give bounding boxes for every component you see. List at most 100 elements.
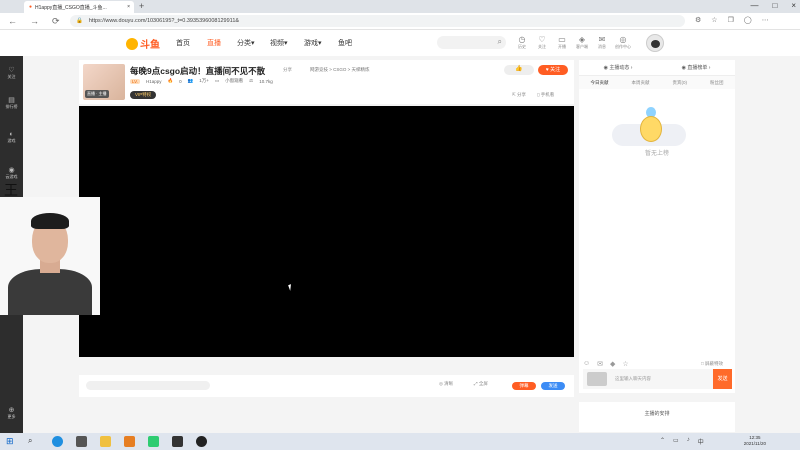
forward-icon[interactable]: →: [30, 16, 39, 26]
vip-badge[interactable]: VIP特权: [130, 91, 157, 99]
tray-expand-icon[interactable]: ⌃: [660, 437, 665, 446]
subtab-week[interactable]: 本周贡献: [632, 80, 650, 86]
app-green-icon[interactable]: [148, 436, 159, 447]
nav-fishbar[interactable]: 鱼吧: [338, 38, 352, 48]
favorites-icon[interactable]: ☆: [711, 16, 717, 24]
url-text: https://www.douyu.com/10306195?_t=0.3935…: [88, 18, 240, 24]
maximize-button[interactable]: □: [772, 1, 777, 10]
weight-icon: ⚖: [249, 78, 254, 83]
start-icon[interactable]: ⊞: [6, 436, 17, 447]
search-input[interactable]: ⌕: [437, 36, 506, 49]
player-bottom-bar: ◎ 清晰 ⤢ 全屏 弹幕 发送: [79, 375, 574, 397]
ime-icon[interactable]: 中: [698, 437, 704, 446]
danmaku-button[interactable]: 弹幕: [512, 382, 536, 390]
hot-icon: 🔥: [167, 78, 174, 83]
like-button[interactable]: 👍: [504, 65, 534, 75]
nav-games[interactable]: 游戏▾: [304, 38, 322, 48]
obs-icon[interactable]: [196, 436, 207, 447]
camera-icon: ▭: [558, 35, 566, 44]
streamer-schedule-panel: 主播的安排: [579, 402, 735, 432]
volume-icon[interactable]: ♪: [687, 437, 690, 446]
nav-video[interactable]: 视频▾: [270, 38, 288, 48]
close-window-button[interactable]: ×: [791, 1, 796, 10]
history-icon: ◷: [518, 35, 526, 44]
subtab-today[interactable]: 今日贡献: [591, 80, 609, 86]
sidebar-item-more[interactable]: ⊕ 更多: [0, 406, 23, 420]
collections-icon[interactable]: ❐: [728, 16, 734, 24]
clock[interactable]: 12:35 2021/11/20: [744, 435, 766, 447]
file-explorer-icon[interactable]: [100, 436, 111, 447]
fullscreen-button[interactable]: ⤢ 全屏: [474, 381, 488, 387]
app-icon[interactable]: [124, 436, 135, 447]
block-effects-checkbox[interactable]: □ 屏蔽特效: [701, 361, 723, 367]
window-icon: ▭: [214, 78, 220, 83]
overlay-character: 王: [4, 182, 18, 198]
subtab-fans[interactable]: 粉丝团: [710, 80, 724, 86]
nav-category[interactable]: 分类▾: [237, 38, 255, 48]
network-icon[interactable]: ▭: [673, 437, 679, 446]
minimize-button[interactable]: —: [750, 1, 758, 10]
client-icon: ◈: [578, 35, 586, 44]
tab-favicon-icon: ●: [29, 4, 33, 10]
sidebar-item-rank[interactable]: ▤ 排行榜: [0, 96, 23, 110]
streamer-thumbnail[interactable]: 直播 · 主播: [83, 64, 125, 100]
chat-tools: ☺ ✉ ◆ ☆: [583, 360, 629, 368]
rank-icon: ▤: [8, 97, 15, 104]
follow-button[interactable]: ♡ 关注: [533, 35, 551, 50]
site-logo[interactable]: 斗鱼: [126, 36, 160, 51]
browser-tab[interactable]: ● H1appy直播_CSGO直播_斗鱼... ×: [24, 1, 134, 13]
sidebar-item-cloud-games[interactable]: ◉ 云游戏: [0, 166, 23, 180]
phone-watch-button[interactable]: ▯ 手机看: [537, 92, 554, 98]
gamepad-icon: ◉: [8, 167, 15, 174]
online-count: 1万+: [199, 78, 209, 83]
send-gift-button[interactable]: 发送: [541, 382, 565, 390]
sidebar-item-games[interactable]: ◐ 游戏: [0, 131, 23, 144]
follow-button[interactable]: ♥ 关注: [538, 65, 568, 75]
subtab-vip[interactable]: 贵宾(0): [673, 80, 688, 86]
game-icon: ◐: [9, 131, 14, 138]
go-live-button[interactable]: ▭ 开播: [553, 35, 571, 50]
tab-close-icon[interactable]: ×: [127, 4, 130, 10]
search-icon[interactable]: ⌕: [28, 436, 39, 447]
message-icon[interactable]: ✉: [597, 360, 603, 368]
streamer-name[interactable]: H1appy: [146, 79, 162, 84]
chat-input[interactable]: 这里输入聊天内容: [583, 369, 713, 389]
chat-send-button[interactable]: 发送: [713, 369, 732, 389]
nav-live[interactable]: 直播: [207, 38, 221, 48]
history-button[interactable]: ◷ 历史: [513, 35, 531, 50]
avatar[interactable]: [646, 34, 664, 52]
extension-icon[interactable]: ⚙: [695, 16, 701, 24]
task-view-icon[interactable]: [76, 436, 87, 447]
bell-icon: ✉: [598, 35, 606, 44]
windows-taskbar: ⊞ ⌕ ⌃ ▭ ♪ 中 12:35 2021/11/20: [0, 433, 800, 450]
reload-icon[interactable]: ⟳: [52, 16, 60, 27]
gift-bar[interactable]: [86, 381, 210, 390]
tab-live-rank[interactable]: ◉ 直播榜单 ›: [682, 64, 711, 71]
menu-icon[interactable]: ⋯: [762, 16, 769, 24]
emoji-icon[interactable]: ☺: [583, 360, 590, 368]
message-button[interactable]: ✉ 消息: [593, 35, 611, 50]
video-player[interactable]: [79, 106, 574, 357]
new-tab-button[interactable]: +: [139, 1, 144, 11]
search-icon[interactable]: ⌕: [498, 37, 502, 47]
webcam-overlay: [0, 197, 100, 315]
profile-icon[interactable]: ◯: [744, 16, 752, 24]
app-dark-icon[interactable]: [172, 436, 183, 447]
edge-icon[interactable]: [52, 436, 63, 447]
room-category[interactable]: 网游竞技 > CSGO > 天梯精炼: [310, 67, 370, 73]
url-bar[interactable]: 🔒 https://www.douyu.com/10306195?_t=0.39…: [70, 15, 685, 27]
more-icon: ⊕: [8, 407, 15, 414]
nav-home[interactable]: 首页: [176, 38, 190, 48]
badge-icon[interactable]: ◆: [610, 360, 615, 368]
tab-streamer-updates[interactable]: ◉ 主播动态 ›: [604, 64, 633, 71]
sidebar-item-follow[interactable]: ♡ 关注: [0, 66, 23, 80]
back-icon[interactable]: ←: [8, 16, 17, 26]
mini-window-link[interactable]: 小窗观看: [225, 78, 243, 84]
room-share-link[interactable]: 分享: [283, 67, 292, 73]
share-button[interactable]: ⇱ 分享: [512, 92, 526, 98]
star-icon[interactable]: ☆: [622, 360, 628, 368]
creator-button[interactable]: ◎ 创作中心: [614, 35, 632, 50]
logo-fish-icon: [126, 37, 138, 50]
quality-button[interactable]: ◎ 清晰: [439, 381, 453, 387]
client-button[interactable]: ◈ 客户端: [573, 35, 591, 50]
